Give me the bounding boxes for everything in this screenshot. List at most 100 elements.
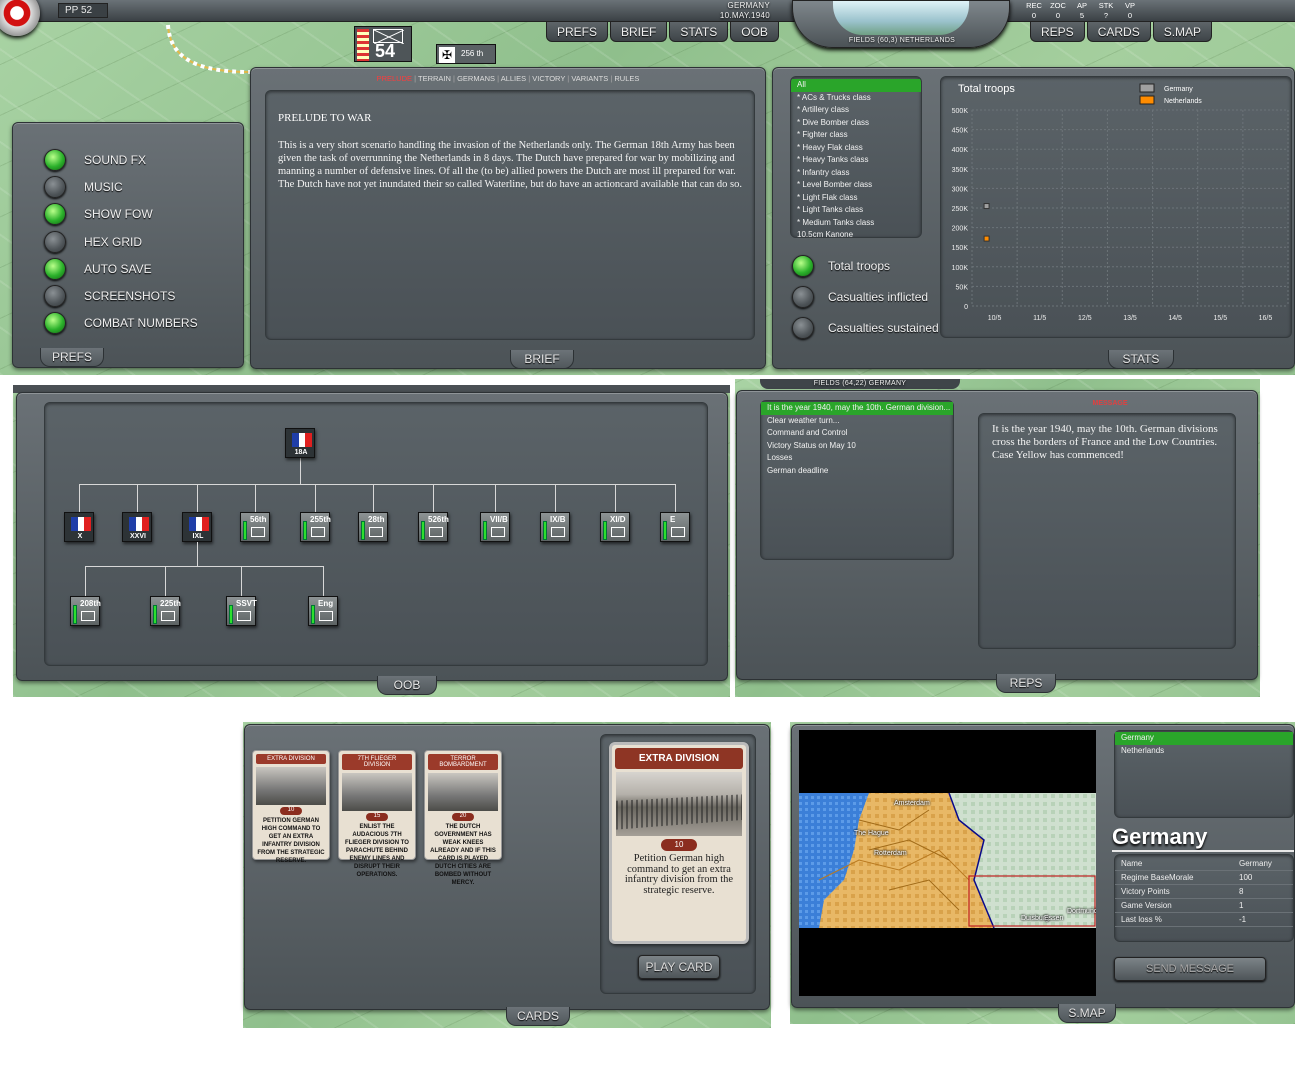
unit-counter[interactable]: 54 <box>354 26 412 62</box>
card-title: 7TH FLIEGER DIVISION <box>342 754 412 770</box>
class-list-item[interactable]: * ACs & Trucks class <box>791 92 921 105</box>
report-item[interactable]: Victory Status on May 10 <box>761 440 953 453</box>
unit-symbol-icon <box>251 527 265 537</box>
oob-unit-x[interactable]: X <box>64 512 94 542</box>
toggle-light-icon[interactable] <box>44 203 66 226</box>
menu-smap-button[interactable]: S.MAP <box>1152 22 1213 42</box>
oob-unit-255th[interactable]: 255th <box>300 512 331 542</box>
send-message-button[interactable]: SEND MESSAGE <box>1114 957 1266 981</box>
toggle-light-icon[interactable] <box>44 230 66 253</box>
pref-row[interactable]: SOUND FX <box>44 146 234 173</box>
toggle-light-icon[interactable] <box>44 148 66 171</box>
brief-nav-terrain[interactable]: TERRAIN <box>418 74 451 83</box>
action-card[interactable]: 7TH FLIEGER DIVISION 15 ENLIST THE AUDACIO… <box>338 750 416 878</box>
report-item[interactable]: It is the year 1940, may the 10th. Germa… <box>761 402 953 415</box>
class-list-item[interactable]: * Heavy Tanks class <box>791 154 921 167</box>
class-list-item[interactable]: All <box>791 79 921 92</box>
brief-nav-victory[interactable]: VICTORY <box>532 74 565 83</box>
brief-nav-rules[interactable]: RULES <box>614 74 639 83</box>
toggle-light-icon[interactable] <box>44 312 66 335</box>
brief-nav-germans[interactable]: GERMANS <box>457 74 495 83</box>
option-light-icon[interactable] <box>792 316 814 339</box>
oob-unit-526th[interactable]: 526th <box>418 512 449 542</box>
action-card[interactable]: EXTRA DIVISION 10 PETITION GERMAN HIGH COM… <box>252 750 330 864</box>
toggle-light-icon[interactable] <box>44 257 66 280</box>
oob-unit-ixl[interactable]: IXL <box>182 512 212 542</box>
class-list-item[interactable]: * Light Flak class <box>791 192 921 205</box>
oob-unit-e[interactable]: E <box>660 512 690 542</box>
oob-unit-ssvt[interactable]: SSVT <box>226 596 257 626</box>
tree-connector <box>255 484 256 512</box>
class-list-item[interactable]: * Infantry class <box>791 167 921 180</box>
pref-row[interactable]: COMBAT NUMBERS <box>44 310 234 337</box>
brief-nav-prelude[interactable]: PRELUDE <box>377 74 412 83</box>
class-list-item[interactable]: * Fighter class <box>791 129 921 142</box>
pref-row[interactable]: SHOW FOW <box>44 201 234 228</box>
stats-option[interactable]: Total troops <box>792 250 942 281</box>
pref-row[interactable]: MUSIC <box>44 173 234 200</box>
oob-unit-eng[interactable]: Eng <box>308 596 338 626</box>
pref-row[interactable]: SCREENSHOTS <box>44 282 234 309</box>
prefs-tab[interactable]: PREFS <box>40 348 104 367</box>
class-list-item[interactable]: * Artillery class <box>791 104 921 117</box>
oob-unit-28th[interactable]: 28th <box>358 512 388 542</box>
report-item[interactable]: Command and Control <box>761 427 953 440</box>
tree-connector <box>373 484 374 512</box>
pref-row[interactable]: HEX GRID <box>44 228 234 255</box>
action-card[interactable]: TERROR BOMBARDMENT 20 THE DUTCH GOVERNMENT… <box>424 750 502 886</box>
report-item[interactable]: Losses <box>761 452 953 465</box>
oob-tab[interactable]: OOB <box>377 676 437 695</box>
minimap-dome[interactable]: FIELDS (60,3) NETHERLANDS <box>792 0 1010 48</box>
menu-reps-button[interactable]: REPS <box>1030 22 1085 42</box>
report-item[interactable]: Clear weather turn... <box>761 415 953 428</box>
class-list-item[interactable]: * Medium Tanks class <box>791 217 921 230</box>
unit-counter-256[interactable]: ✠ 256 th <box>436 44 496 64</box>
stats-option[interactable]: Casualties inflicted <box>792 281 942 312</box>
oob-unit-xid[interactable]: XI/D <box>600 512 630 542</box>
play-card-button[interactable]: PLAY CARD <box>638 955 720 979</box>
class-list-item[interactable]: * Light Tanks class <box>791 204 921 217</box>
stats-option[interactable]: Casualties sustained <box>792 312 942 343</box>
brief-nav-variants[interactable]: VARIANTS <box>571 74 608 83</box>
x-tick-label: 11/5 <box>1033 315 1046 322</box>
oob-unit-ixb[interactable]: IX/B <box>540 512 570 542</box>
toggle-light-icon[interactable] <box>44 285 66 308</box>
smap-tab[interactable]: S.MAP <box>1058 1004 1116 1023</box>
x-tick-label: 14/5 <box>1168 315 1182 322</box>
oob-unit-56th[interactable]: 56th <box>240 512 270 542</box>
strategic-map-view[interactable]: Amsterdam The Hague Rotterdam Duisburg Essen… <box>799 730 1096 996</box>
city-label: Dortmund <box>1067 908 1096 915</box>
tree-connector <box>197 542 198 566</box>
menu-cards-button[interactable]: CARDS <box>1086 22 1151 42</box>
menu-prefs-button[interactable]: PREFS <box>546 22 609 42</box>
cards-tab[interactable]: CARDS <box>506 1007 570 1026</box>
brief-tab[interactable]: BRIEF <box>510 350 574 369</box>
country-item[interactable]: Germany <box>1115 732 1293 745</box>
stats-tab[interactable]: STATS <box>1108 350 1174 369</box>
class-list-item[interactable]: 10.5cm Kanone <box>791 229 921 237</box>
strength-bar <box>543 521 547 540</box>
pref-label: SCREENSHOTS <box>84 289 176 304</box>
option-light-icon[interactable] <box>792 285 814 308</box>
reps-tab[interactable]: REPS <box>996 674 1056 693</box>
menu-stats-button[interactable]: STATS <box>669 22 729 42</box>
oob-unit-18a[interactable]: 18A <box>285 428 315 458</box>
oob-unit-viib[interactable]: VII/B <box>480 512 510 542</box>
country-item[interactable]: Netherlands <box>1115 745 1293 758</box>
pref-row[interactable]: AUTO SAVE <box>44 255 234 282</box>
menu-brief-button[interactable]: BRIEF <box>610 22 668 42</box>
strength-bar <box>229 605 233 624</box>
oob-unit-208th[interactable]: 208th <box>70 596 101 626</box>
class-list-item[interactable]: * Dive Bomber class <box>791 117 921 130</box>
stat-value: 0 <box>1127 11 1133 20</box>
menu-oob-button[interactable]: OOB <box>730 22 779 42</box>
class-list-item[interactable]: * Level Bomber class <box>791 179 921 192</box>
class-list-item[interactable]: * Heavy Flak class <box>791 142 921 155</box>
oob-unit-225th[interactable]: 225th <box>150 596 181 626</box>
report-item[interactable]: German deadline <box>761 465 953 478</box>
toggle-light-icon[interactable] <box>44 175 66 198</box>
selected-card: EXTRA DIVISION 10 Petition German high c… <box>609 742 749 944</box>
oob-unit-xxvi[interactable]: XXVI <box>122 512 152 542</box>
option-light-icon[interactable] <box>792 254 814 277</box>
brief-nav-allies[interactable]: ALLIES <box>501 74 526 83</box>
